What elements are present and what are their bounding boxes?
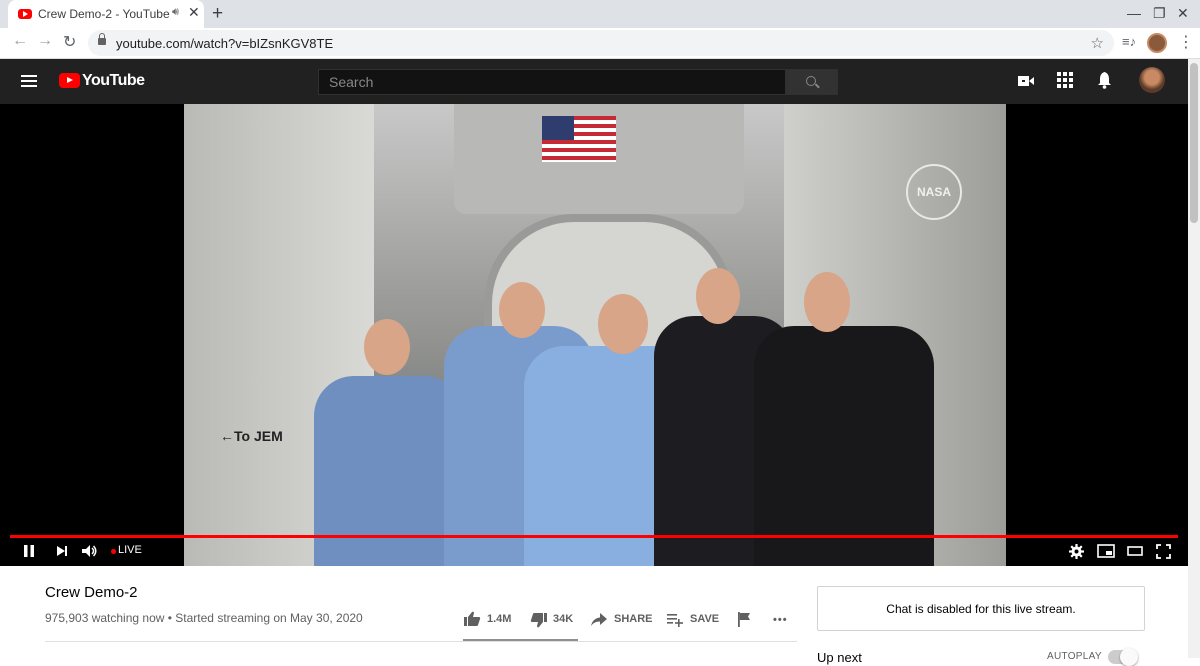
nasa-logo: NASA: [906, 164, 962, 220]
search-input[interactable]: Search: [318, 69, 786, 95]
crew-head-2: [499, 282, 545, 338]
video-frame[interactable]: ←To JEM NASA: [184, 104, 1006, 566]
tab-title: Crew Demo-2 - YouTube: [38, 7, 170, 21]
progress-bar[interactable]: [10, 535, 1178, 538]
more-actions-button[interactable]: •••: [773, 614, 788, 626]
fullscreen-icon[interactable]: [1156, 544, 1171, 559]
us-flag-image: [542, 116, 616, 162]
autoplay-toggle[interactable]: [1108, 648, 1138, 666]
crew-head-3: [598, 294, 648, 354]
window-close-button[interactable]: ✕: [1177, 5, 1189, 22]
theater-mode-icon[interactable]: [1127, 544, 1143, 558]
browser-tab-strip: Crew Demo-2 - YouTube 🔊︎ ✕ + — ❐ ✕: [0, 0, 1200, 28]
tab-close-button[interactable]: ✕: [188, 4, 200, 21]
dislike-count[interactable]: 34K: [553, 613, 573, 625]
to-jem-sign: ←To JEM: [220, 428, 283, 444]
forward-icon[interactable]: →: [37, 32, 53, 50]
crew-member-5: [754, 326, 934, 566]
like-count[interactable]: 1.4M: [487, 613, 511, 625]
youtube-logo-text[interactable]: YouTube: [82, 72, 145, 90]
url-text[interactable]: youtube.com/watch?v=bIZsnKGV8TE: [116, 36, 333, 51]
lock-icon[interactable]: [98, 33, 106, 45]
browser-tab[interactable]: Crew Demo-2 - YouTube 🔊︎ ✕: [8, 0, 204, 28]
crew-head-4: [696, 268, 740, 324]
account-avatar[interactable]: [1139, 67, 1165, 93]
video-view-meta: 975,903 watching now • Started streaming…: [45, 611, 363, 625]
browser-toolbar: ← → ↻ youtube.com/watch?v=bIZsnKGV8TE ☆ …: [0, 28, 1200, 59]
dislike-thumb-icon[interactable]: [530, 612, 548, 628]
minimize-button[interactable]: —: [1127, 5, 1141, 21]
back-icon[interactable]: ←: [12, 32, 28, 50]
youtube-logo-icon[interactable]: [59, 73, 80, 88]
address-bar[interactable]: youtube.com/watch?v=bIZsnKGV8TE ☆: [88, 30, 1114, 56]
bookmark-star-icon[interactable]: ☆: [1091, 34, 1104, 52]
chrome-menu-icon[interactable]: ⋮: [1178, 32, 1194, 52]
speaker-icon[interactable]: 🔊︎: [172, 6, 179, 19]
live-indicator-dot: [111, 549, 116, 554]
save-button[interactable]: SAVE: [690, 613, 719, 625]
video-title: Crew Demo-2: [45, 584, 138, 601]
share-arrow-icon[interactable]: [591, 613, 607, 626]
miniplayer-icon[interactable]: [1097, 544, 1115, 558]
restore-button[interactable]: ❐: [1153, 5, 1166, 22]
page-scrollbar[interactable]: [1188, 59, 1200, 658]
profile-avatar[interactable]: [1147, 33, 1167, 53]
media-control-icon[interactable]: ≡♪: [1122, 34, 1136, 49]
search-button[interactable]: [786, 69, 838, 95]
new-tab-button[interactable]: +: [212, 3, 223, 25]
volume-icon[interactable]: [81, 544, 99, 558]
pause-icon[interactable]: [22, 544, 36, 558]
search-icon: [806, 76, 816, 86]
save-playlist-icon[interactable]: [667, 613, 683, 627]
autoplay-label: AUTOPLAY: [1047, 651, 1102, 662]
reload-icon[interactable]: ↻: [63, 32, 76, 52]
hamburger-menu-icon[interactable]: [21, 75, 37, 87]
youtube-favicon-icon: [18, 9, 32, 19]
report-flag-icon[interactable]: [738, 612, 751, 627]
live-label[interactable]: LIVE: [118, 544, 142, 556]
like-thumb-icon[interactable]: [463, 611, 481, 627]
share-button[interactable]: SHARE: [614, 613, 653, 625]
scrollbar-thumb[interactable]: [1190, 63, 1198, 223]
apps-grid-icon[interactable]: [1057, 72, 1073, 88]
chat-disabled-text: Chat is disabled for this live stream.: [886, 602, 1076, 616]
divider: [45, 641, 797, 642]
youtube-masthead: YouTube Search: [0, 59, 1188, 104]
chat-disabled-box: Chat is disabled for this live stream.: [817, 586, 1145, 631]
crew-head-1: [364, 319, 410, 375]
create-video-icon[interactable]: [1017, 72, 1035, 90]
next-video-icon[interactable]: [55, 544, 69, 558]
crew-head-5: [804, 272, 850, 332]
notifications-bell-icon[interactable]: [1097, 72, 1112, 89]
settings-gear-icon[interactable]: [1069, 544, 1084, 559]
video-player[interactable]: ←To JEM NASA LIVE: [0, 104, 1188, 566]
